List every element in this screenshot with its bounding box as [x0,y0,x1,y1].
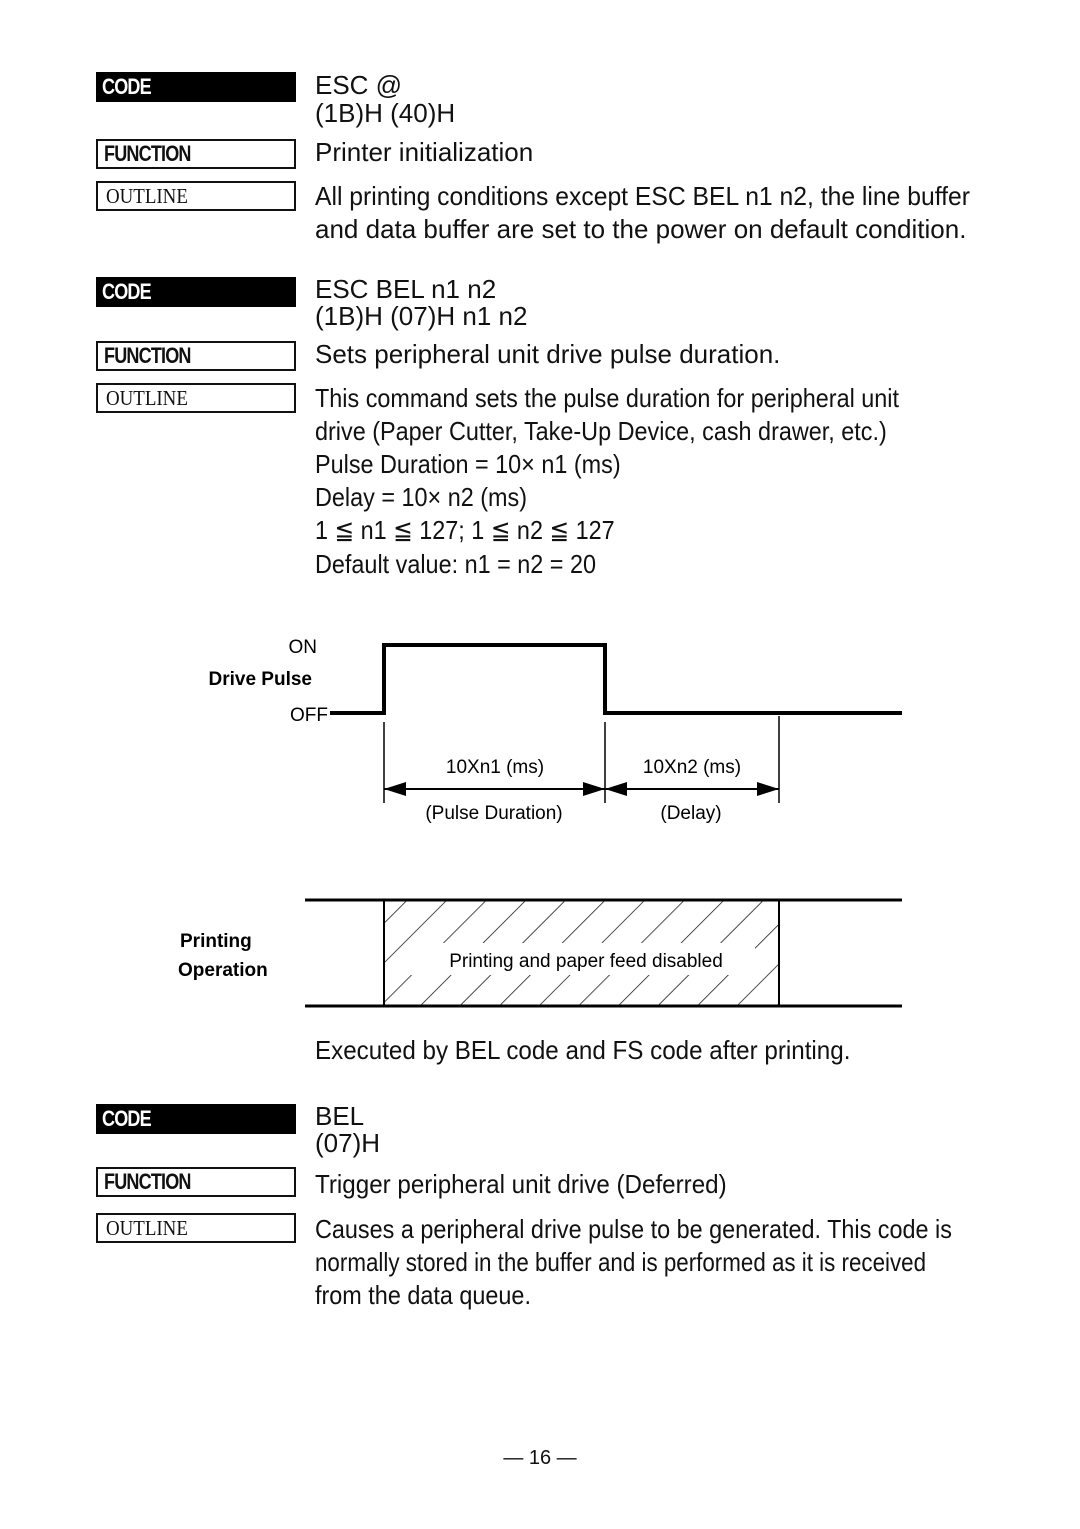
outline-line: from the data queue. [315,1280,531,1310]
pulse-duration-value: 10Xn1 (ms) [446,757,544,778]
code-hex: (07)H [315,1128,381,1158]
page-number: — 16 — [503,1447,577,1469]
delay-caption: (Delay) [660,803,721,824]
outline-line: normally stored in the buffer and is per… [315,1247,927,1277]
outline-line: Causes a peripheral drive pulse to be ge… [315,1214,952,1244]
printing-operation-title: Operation [178,960,268,981]
arrow-head [384,782,406,796]
pulse-waveform [330,643,902,715]
drive-pulse-title: Drive Pulse [209,669,313,690]
outline-label: OUTLINE [96,1213,296,1243]
disabled-text: Printing and paper feed disabled [449,951,723,972]
pulse-duration-caption: (Pulse Duration) [425,803,562,824]
note-text: Executed by BEL code and FS code after p… [315,1035,851,1065]
printing-operation-title: Printing [180,931,252,952]
function-text: Trigger peripheral unit drive (Deferred) [315,1169,727,1199]
pulse-off-label: OFF [290,705,328,726]
arrow-head [605,782,627,796]
pulse-on-label: ON [289,637,318,658]
arrow-head [583,782,605,796]
code-label: CODE [96,1104,296,1134]
timing-diagram: ON Drive Pulse OFF 10Xn1 (ms) 10Xn2 (ms)… [178,637,902,1008]
delay-value: 10Xn2 (ms) [643,757,741,778]
arrow-head [757,782,779,796]
function-label: FUNCTION [96,1167,296,1197]
